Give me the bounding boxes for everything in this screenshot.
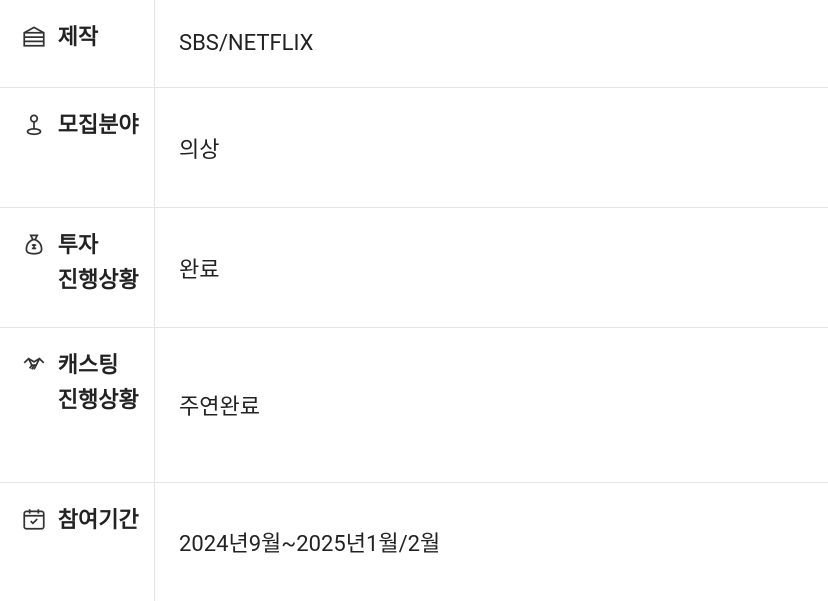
info-table: 제작 SBS/NETFLIX 모집분야 의상 — [0, 0, 828, 601]
label-cell-recruitment: 모집분야 — [0, 88, 155, 207]
row-casting: 캐스팅 진행상황 주연완료 — [0, 328, 828, 483]
label-production: 제작 — [58, 20, 98, 55]
label-period: 참여기간 — [58, 503, 139, 538]
label-cell-production: 제작 — [0, 0, 155, 87]
value-casting: 주연완료 — [155, 328, 828, 482]
value-recruitment: 의상 — [155, 88, 828, 207]
label-casting: 캐스팅 진행상황 — [58, 348, 139, 418]
calendar-check-icon — [20, 505, 48, 533]
handshake-icon — [20, 350, 48, 378]
label-cell-period: 참여기간 — [0, 483, 155, 601]
row-investment: 투자 진행상황 완료 — [0, 208, 828, 328]
row-period: 참여기간 2024년9월~2025년1월/2월 — [0, 483, 828, 601]
value-period: 2024년9월~2025년1월/2월 — [155, 483, 828, 601]
row-production: 제작 SBS/NETFLIX — [0, 0, 828, 88]
building-icon — [20, 22, 48, 50]
label-recruitment: 모집분야 — [58, 108, 139, 143]
money-bag-icon — [20, 230, 48, 258]
value-investment: 완료 — [155, 208, 828, 327]
label-cell-casting: 캐스팅 진행상황 — [0, 328, 155, 482]
label-investment: 투자 진행상황 — [58, 228, 139, 298]
row-recruitment: 모집분야 의상 — [0, 88, 828, 208]
label-cell-investment: 투자 진행상황 — [0, 208, 155, 327]
pin-icon — [20, 110, 48, 138]
value-production: SBS/NETFLIX — [155, 0, 828, 87]
